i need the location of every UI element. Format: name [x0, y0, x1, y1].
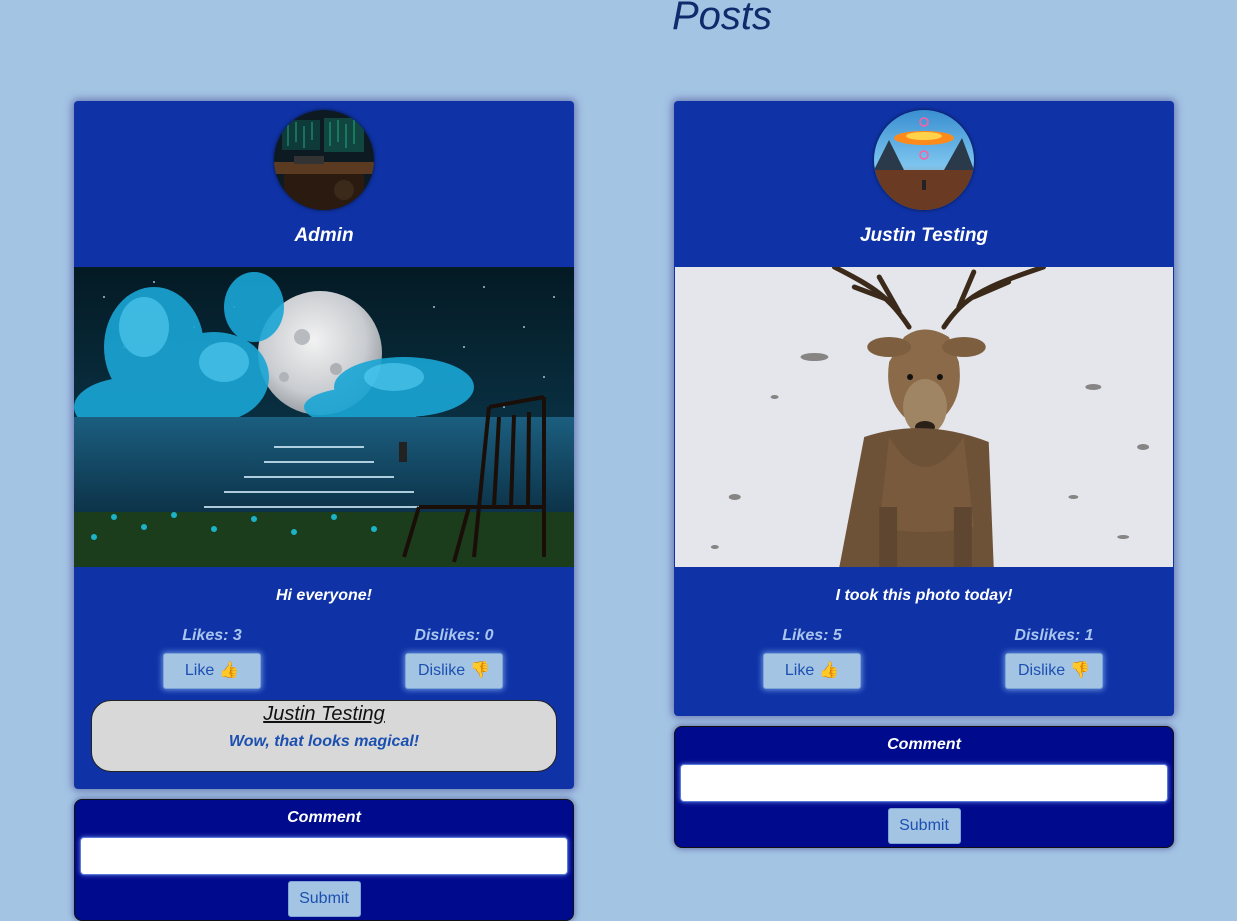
thumbs-up-icon: 👍	[219, 662, 240, 679]
likes-count: Likes: 5	[782, 627, 842, 644]
submit-button[interactable]: Submit	[887, 808, 961, 844]
comment-form: Comment Submit	[674, 726, 1174, 848]
post-card: Justin Testing I took this photo today! …	[674, 101, 1174, 716]
comment-label: Comment	[887, 736, 961, 753]
dislikes-count: Dislikes: 1	[1014, 627, 1094, 644]
like-group: Likes: 3 Like 👍	[162, 626, 262, 689]
dislike-button[interactable]: Dislike 👎	[405, 653, 503, 689]
reactions: Likes: 3 Like 👍 Dislikes: 0 Dislike 👎	[74, 626, 574, 689]
like-button[interactable]: Like 👍	[163, 653, 261, 689]
comment-input[interactable]	[680, 764, 1168, 802]
avatar[interactable]	[274, 110, 374, 210]
like-label: Like	[184, 662, 215, 679]
thumbs-up-icon: 👍	[819, 662, 840, 679]
page-title: Posts	[671, 0, 773, 38]
post-author[interactable]: Justin Testing	[674, 224, 1174, 248]
post-author[interactable]: Admin	[74, 224, 574, 248]
comment: Justin Testing Wow, that looks magical!	[91, 700, 557, 772]
like-group: Likes: 5 Like 👍	[762, 626, 862, 689]
dislike-button[interactable]: Dislike 👎	[1005, 653, 1103, 689]
dislike-label: Dislike	[417, 662, 466, 679]
submit-button[interactable]: Submit	[287, 881, 361, 917]
reactions: Likes: 5 Like 👍 Dislikes: 1 Dislike 👎	[674, 626, 1174, 689]
dislikes-count: Dislikes: 0	[414, 627, 494, 644]
post-caption: Hi everyone!	[275, 587, 373, 604]
comment-text: Wow, that looks magical!	[228, 733, 420, 750]
comment-form: Comment Submit	[74, 799, 574, 921]
dislike-group: Dislikes: 0 Dislike 👎	[404, 626, 504, 689]
post-caption: I took this photo today!	[835, 587, 1013, 604]
avatar[interactable]	[874, 110, 974, 210]
comment-author[interactable]: Justin Testing	[92, 701, 556, 726]
post-image	[74, 267, 574, 567]
comment-input[interactable]	[80, 837, 568, 875]
like-label: Like	[784, 662, 815, 679]
dislike-group: Dislikes: 1 Dislike 👎	[1004, 626, 1104, 689]
likes-count: Likes: 3	[182, 627, 242, 644]
post-card: Admin Hi everyone! Likes: 3 Like 👍 Disli…	[74, 101, 574, 789]
post-image	[675, 267, 1173, 567]
thumbs-down-icon: 👎	[470, 662, 491, 679]
post-column-admin: Admin Hi everyone! Likes: 3 Like 👍 Disli…	[74, 101, 574, 921]
like-button[interactable]: Like 👍	[763, 653, 861, 689]
thumbs-down-icon: 👎	[1070, 662, 1091, 679]
comment-label: Comment	[287, 809, 361, 826]
dislike-label: Dislike	[1017, 662, 1066, 679]
post-column-justin: Justin Testing I took this photo today! …	[674, 101, 1174, 848]
